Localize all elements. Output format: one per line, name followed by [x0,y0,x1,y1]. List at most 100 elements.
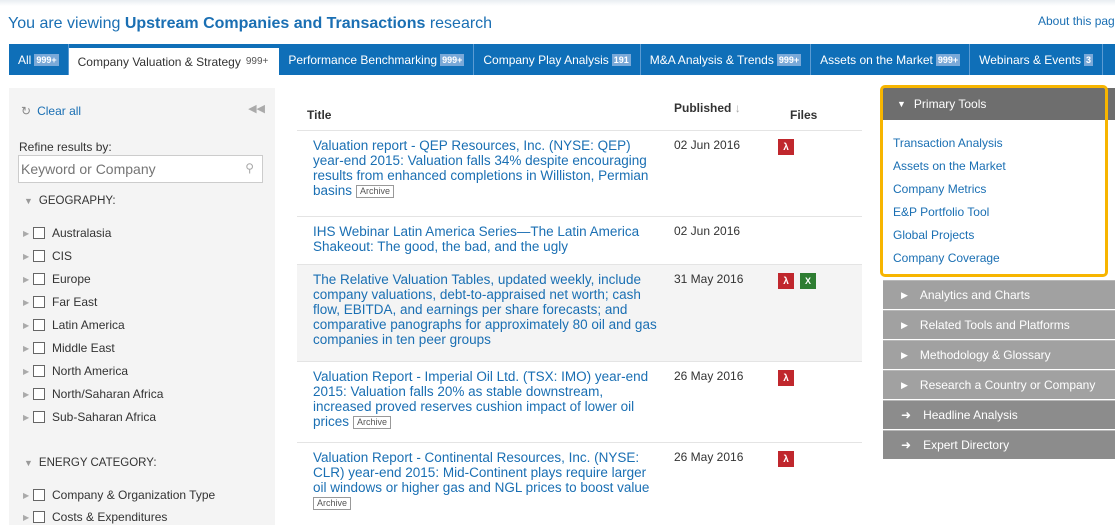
tab-ma-analysis-trends[interactable]: M&A Analysis & Trends 999+ [641,44,812,75]
facet-middle-east[interactable]: ▶ Middle East [23,341,115,355]
expand-triangle-icon: ▶ [901,289,908,300]
expand-arrow-icon[interactable]: ▶ [23,252,31,261]
clear-all-button[interactable]: ↻ Clear all [21,104,81,118]
section-research-country-company[interactable]: ▶ Research a Country or Company [883,370,1115,399]
expand-arrow-icon[interactable]: ▶ [23,413,31,422]
facet-north-america[interactable]: ▶ North America [23,364,128,378]
search-box: ⚲ [18,155,263,183]
section-label: Related Tools and Platforms [919,318,1070,332]
page-header: You are viewing Upstream Companies and T… [0,6,1115,42]
result-title-link[interactable]: Valuation Report - Continental Resources… [313,450,658,510]
checkbox[interactable] [33,511,45,523]
checkbox[interactable] [33,411,45,423]
expand-arrow-icon[interactable]: ▶ [23,390,31,399]
expand-arrow-icon[interactable]: ▶ [23,298,31,307]
facet-europe[interactable]: ▶ Europe [23,272,91,286]
pdf-icon[interactable]: λ [778,370,794,386]
expand-arrow-icon[interactable]: ▶ [23,367,31,376]
tool-link-transaction-analysis[interactable]: Transaction Analysis [893,136,1003,150]
tool-link-global-projects[interactable]: Global Projects [893,228,974,242]
facet-costs-expenditures[interactable]: ▶ Costs & Expenditures [23,510,167,524]
tab-company-valuation-strategy[interactable]: Company Valuation & Strategy 999+ [68,48,280,75]
collapse-triangle-icon: ▼ [897,99,906,109]
geography-heading[interactable]: ▼ GEOGRAPHY: [24,195,116,207]
keyword-search-input[interactable] [19,156,229,182]
checkbox[interactable] [33,388,45,400]
tool-link-ep-portfolio-tool[interactable]: E&P Portfolio Tool [893,205,989,219]
tab-performance-benchmarking[interactable]: Performance Benchmarking 999+ [279,44,475,75]
facet-sub-saharan-africa[interactable]: ▶ Sub-Saharan Africa [23,410,156,424]
facet-label: North America [52,364,129,378]
facet-company-organization-type[interactable]: ▶ Company & Organization Type [23,488,215,502]
arrow-circle-icon: ➜ [901,408,912,422]
link-headline-analysis[interactable]: ➜ Headline Analysis [883,400,1115,429]
checkbox[interactable] [33,250,45,262]
expand-arrow-icon[interactable]: ▶ [23,321,31,330]
tab-label: Company Valuation & Strategy [77,54,241,69]
tab-webinars-events[interactable]: Webinars & Events 3 [970,44,1103,75]
column-published[interactable]: Published ↓ [674,101,741,115]
expand-arrow-icon[interactable]: ▶ [23,491,31,500]
collapse-panel-icon[interactable]: ◀◀ [248,102,265,115]
checkbox[interactable] [33,227,45,239]
facet-far-east[interactable]: ▶ Far East [23,295,97,309]
tools-panel: ▼ Primary Tools Transaction Analysis Ass… [880,85,1115,525]
facet-label: Company & Organization Type [52,488,216,502]
result-title-link[interactable]: Valuation report - QEP Resources, Inc. (… [313,138,658,198]
about-page-link[interactable]: About this page [1038,14,1115,28]
facet-latin-america[interactable]: ▶ Latin America [23,318,125,332]
pdf-icon[interactable]: λ [778,139,794,155]
tool-link-company-coverage[interactable]: Company Coverage [893,251,1000,265]
result-title-text: IHS Webinar Latin America Series—The Lat… [313,224,640,254]
section-analytics-charts[interactable]: ▶ Analytics and Charts [883,280,1115,309]
expand-arrow-icon[interactable]: ▶ [23,275,31,284]
archive-tag[interactable]: Archive [356,184,395,198]
table-row: IHS Webinar Latin America Series—The Lat… [297,217,862,265]
expand-arrow-icon[interactable]: ▶ [23,513,31,522]
tab-company-play-analysis[interactable]: Company Play Analysis 191 [474,44,641,75]
checkbox[interactable] [33,296,45,308]
section-methodology-glossary[interactable]: ▶ Methodology & Glossary [883,340,1115,369]
archive-tag[interactable]: Archive [313,496,352,510]
tab-assets-on-market[interactable]: Assets on the Market 999+ [811,44,971,75]
column-files: Files [790,108,818,122]
expand-triangle-icon: ▶ [901,349,908,360]
checkbox[interactable] [33,273,45,285]
expand-arrow-icon[interactable]: ▶ [23,344,31,353]
column-title[interactable]: Title [307,108,331,122]
pdf-icon[interactable]: λ [778,451,794,467]
primary-tools-header[interactable]: ▼ Primary Tools [883,88,1115,120]
section-related-tools[interactable]: ▶ Related Tools and Platforms [883,310,1115,339]
search-icon[interactable]: ⚲ [245,161,254,175]
result-title-link[interactable]: IHS Webinar Latin America Series—The Lat… [313,224,658,254]
checkbox[interactable] [33,489,45,501]
facet-cis[interactable]: ▶ CIS [23,249,72,263]
link-expert-directory[interactable]: ➜ Expert Directory [883,430,1115,459]
published-date: 26 May 2016 [674,450,744,464]
facet-label: Middle East [52,341,115,355]
checkbox[interactable] [33,319,45,331]
checkbox[interactable] [33,365,45,377]
tool-link-assets-on-market[interactable]: Assets on the Market [893,159,1006,173]
expand-arrow-icon[interactable]: ▶ [23,229,31,238]
excel-icon[interactable]: X [800,273,816,289]
facet-north-saharan-africa[interactable]: ▶ North/Saharan Africa [23,387,163,401]
tab-label: Company Play Analysis [483,52,609,67]
expand-triangle-icon: ▶ [901,379,908,390]
pdf-icon[interactable]: λ [778,273,794,289]
published-date: 02 Jun 2016 [674,224,741,238]
archive-tag[interactable]: Archive [353,415,392,429]
tab-count-badge: 999+ [245,55,269,67]
checkbox[interactable] [33,342,45,354]
facet-australasia[interactable]: ▶ Australasia [23,226,111,240]
tab-label: Performance Benchmarking [288,52,438,67]
result-title-link[interactable]: The Relative Valuation Tables, updated w… [313,272,658,347]
tab-all[interactable]: All 999+ [9,44,69,75]
tab-label: All [18,52,32,67]
filter-panel: ↻ Clear all ◀◀ Refine results by: ⚲ ▼ GE… [9,88,275,525]
result-title-link[interactable]: Valuation Report - Imperial Oil Ltd. (TS… [313,369,658,429]
energy-category-heading[interactable]: ▼ ENERGY CATEGORY: [24,457,157,469]
tab-bar: All 999+ Company Valuation & Strategy 999+… [9,44,1115,75]
link-label: Expert Directory [923,438,1010,452]
tool-link-company-metrics[interactable]: Company Metrics [893,182,986,196]
